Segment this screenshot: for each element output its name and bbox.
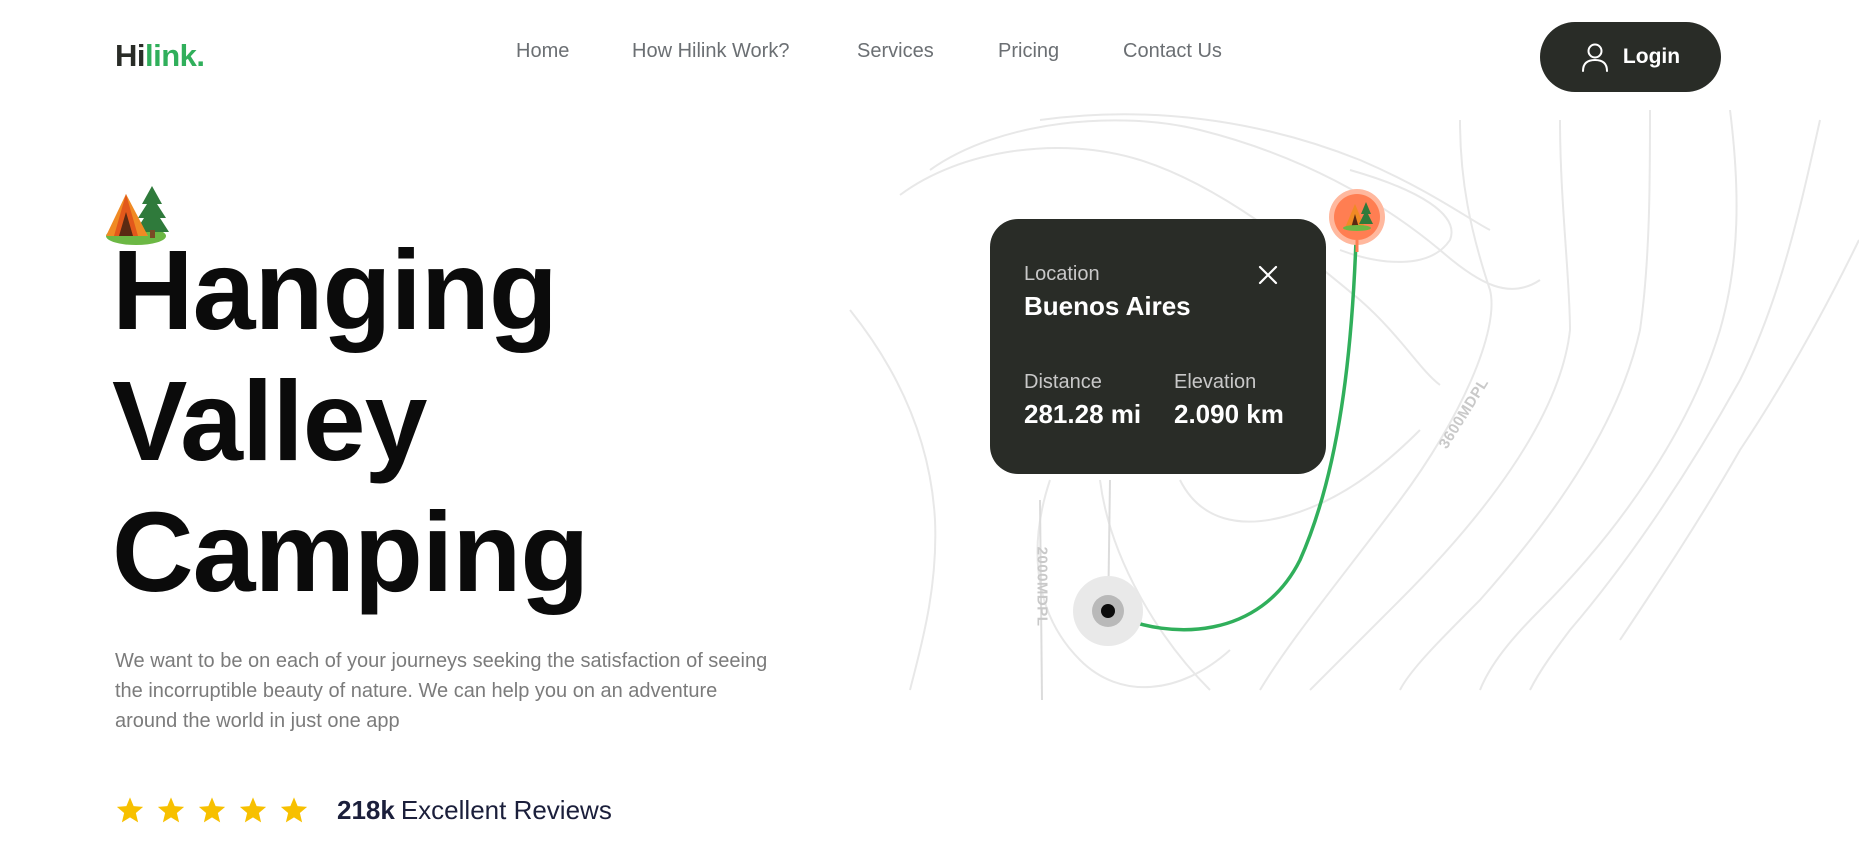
star-icon: [198, 796, 226, 822]
contour-label-2000: 2000MDPL: [1033, 546, 1051, 627]
reviews-row: 218k Excellent Reviews: [115, 790, 612, 830]
star-icon: [239, 796, 267, 822]
login-label: Login: [1622, 45, 1681, 68]
logo[interactable]: Hilink.: [115, 38, 205, 74]
rating-stars: [115, 796, 309, 825]
destination-pin-icon[interactable]: [1328, 188, 1386, 254]
hero-description: We want to be on each of your journeys s…: [115, 650, 768, 732]
distance-value: 281.28 mi: [1024, 399, 1142, 429]
location-label: Location: [1024, 263, 1100, 285]
location-value: Buenos Aires: [1024, 291, 1191, 321]
nav-pricing[interactable]: Pricing: [998, 40, 1059, 63]
login-button[interactable]: Login: [1540, 22, 1721, 92]
star-icon: [280, 796, 308, 822]
logo-text-green: link.: [145, 38, 205, 73]
reviews-count: 218k: [337, 794, 395, 825]
elevation-label: Elevation: [1174, 371, 1257, 393]
reviews-label: Excellent Reviews: [400, 794, 612, 825]
hero-title: Hanging Valley Camping: [112, 225, 589, 618]
nav-contact-us[interactable]: Contact Us: [1123, 40, 1222, 63]
logo-text-dark: Hi: [115, 38, 146, 73]
star-icon: [116, 796, 144, 822]
close-icon[interactable]: [1256, 263, 1280, 287]
nav-home[interactable]: Home: [516, 40, 569, 63]
star-icon: [157, 796, 185, 822]
nav-how-it-works[interactable]: How Hilink Work?: [632, 40, 789, 63]
elevation-value: 2.090 km: [1174, 399, 1284, 429]
hero-title-line: Valley: [112, 358, 427, 484]
nav-services[interactable]: Services: [857, 40, 934, 63]
start-point-marker: [1073, 576, 1143, 646]
hero-title-line: Camping: [112, 489, 589, 615]
location-info-card: Location Buenos Aires Distance 281.28 mi…: [990, 219, 1326, 474]
hero-title-line: Hanging: [112, 227, 558, 353]
distance-label: Distance: [1024, 371, 1102, 393]
user-icon: [1581, 43, 1608, 72]
